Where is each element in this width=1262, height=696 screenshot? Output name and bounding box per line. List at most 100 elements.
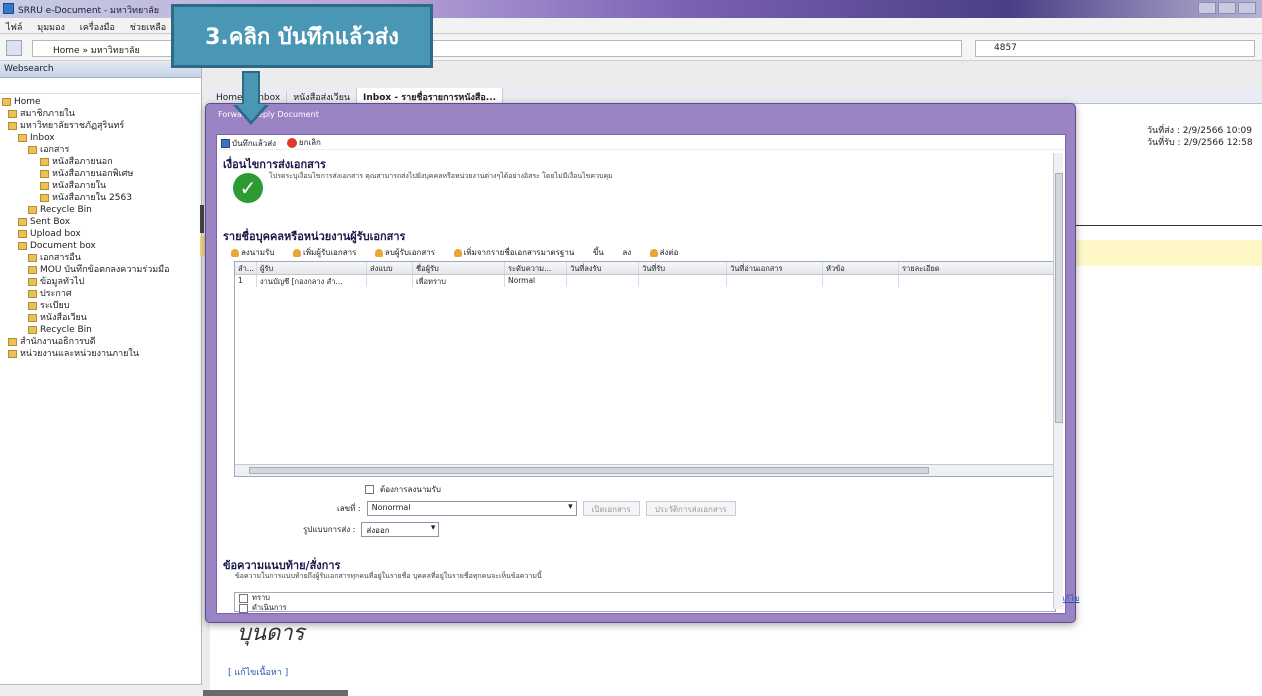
history-button[interactable]: ประวัติการส่งเอกสาร	[645, 501, 736, 516]
sidebar-toolbar	[0, 78, 201, 94]
column-header[interactable]: ส่งแบบ	[367, 262, 413, 274]
table-row[interactable]: 1 งานบัญชี [กองกลาง สำ... เพื่อทราบ Norm…	[235, 275, 1056, 287]
column-header[interactable]: วันที่ลงรับ	[567, 262, 639, 274]
tree-item[interactable]: Upload box	[2, 228, 199, 240]
memo-checkbox[interactable]	[239, 593, 248, 603]
tree-item[interactable]: หนังสือภายนอก	[2, 156, 199, 168]
tree-item[interactable]: หนังสือภายใน 2563	[2, 192, 199, 204]
column-header[interactable]: ชื่อผู้รับ	[413, 262, 505, 274]
move-down-button[interactable]: ลง	[622, 248, 639, 257]
table-cell	[727, 275, 823, 287]
tree-item[interactable]: ระเบียบ	[2, 300, 199, 312]
search-input[interactable]: 4857	[975, 40, 1255, 57]
highlight-bar	[1066, 240, 1262, 266]
instruction-callout: 3.คลิก บันทึกแล้วส่ง	[171, 4, 433, 68]
folder-icon	[18, 133, 27, 142]
folder-icon	[2, 97, 11, 106]
sent-date: วันที่ส่ง : 2/9/2566 10:09	[1147, 126, 1252, 136]
tree-item[interactable]: Inbox	[2, 132, 199, 144]
add-recipient-button[interactable]: เพิ่มผู้รับเอกสาร	[292, 248, 364, 257]
column-header[interactable]: หัวข้อ	[823, 262, 899, 274]
close-button[interactable]	[1238, 2, 1256, 14]
folder-icon	[8, 337, 17, 346]
tab-strip: Home Inbox หนังสือส่งเวียน Inbox - รายชื่อร…	[210, 88, 1262, 106]
sidebar-scrollbar[interactable]	[0, 684, 202, 696]
edit-content-link[interactable]: [ แก้ไขเนื้อหา ]	[228, 665, 288, 679]
scroll-thumb[interactable]	[1055, 173, 1063, 423]
menu-view[interactable]: มุมมอง	[31, 18, 71, 36]
column-header[interactable]: ลำ...	[235, 262, 257, 274]
remove-recipient-button[interactable]: ลบผู้รับเอกสาร	[374, 248, 443, 257]
tree-item[interactable]: หนังสือภายนอกพิเศษ	[2, 168, 199, 180]
tree-item[interactable]: หนังสือภายใน	[2, 180, 199, 192]
forward-button[interactable]: ส่งต่อ	[649, 248, 687, 257]
tree-item[interactable]: สมาชิกภายใน	[2, 108, 199, 120]
move-up-button[interactable]: ขึ้น	[593, 248, 612, 257]
list-icon	[453, 248, 462, 257]
folder-icon	[8, 349, 17, 358]
table-cell: เพื่อทราบ	[413, 275, 505, 287]
tree-item[interactable]: Recycle Bin	[2, 204, 199, 216]
require-signature-checkbox[interactable]	[365, 485, 374, 494]
tree-item[interactable]: มหาวิทยาลัยราชภัฏสุรินทร์	[2, 120, 199, 132]
column-header[interactable]: รายละเอียด	[899, 262, 1056, 274]
tree-item[interactable]: Home	[2, 96, 199, 108]
memo-checkbox[interactable]	[239, 603, 248, 613]
require-signature-label: ต้องการลงนามรับ	[380, 485, 441, 494]
tree-item[interactable]: เอกสารอื่น	[2, 252, 199, 264]
require-signature-row: ต้องการลงนามรับ	[365, 483, 441, 496]
sign-receive-button[interactable]: ลงนามรับ	[231, 248, 282, 257]
table-cell	[567, 275, 639, 287]
folder-icon	[18, 229, 27, 238]
menu-help[interactable]: ช่วยเหลือ	[124, 18, 172, 36]
folder-icon	[28, 277, 37, 286]
recycle-icon	[28, 205, 37, 214]
dialog-toolbar: บันทึกแล้วส่ง ยกเลิก	[217, 135, 1065, 150]
splitter[interactable]	[200, 205, 204, 233]
priority-select[interactable]: Nonormal	[366, 501, 577, 516]
send-type-select[interactable]: ส่งออก	[361, 522, 440, 537]
tree-item[interactable]: Sent Box	[2, 216, 199, 228]
browse-button[interactable]: เปิดเอกสาร	[582, 501, 640, 516]
menu-tools[interactable]: เครื่องมือ	[74, 18, 121, 36]
tree-item[interactable]: ข้อมูลทั่วไป	[2, 276, 199, 288]
tree-item[interactable]: MOU บันทึกข้อตกลงความร่วมมือ	[2, 264, 199, 276]
print-icon[interactable]	[6, 40, 22, 56]
tree-item[interactable]: หนังสือเวียน	[2, 312, 199, 324]
dialog-vertical-scrollbar[interactable]	[1053, 153, 1063, 609]
memo-option[interactable]: ทราบ	[235, 593, 1055, 603]
folder-icon	[40, 193, 49, 202]
send-type-label: รูปแบบการส่ง :	[303, 525, 356, 534]
menu-file[interactable]: ไฟล์	[0, 18, 28, 36]
column-header[interactable]: ระดับความ...	[505, 262, 567, 274]
grid-horizontal-scrollbar[interactable]	[235, 464, 1056, 476]
sign-icon	[231, 248, 239, 257]
cancel-button[interactable]: ยกเลิก	[286, 136, 321, 149]
add-user-icon	[292, 248, 301, 257]
add-from-list-button[interactable]: เพิ่มจากรายชื่อเอกสารมาตรฐาน	[453, 248, 583, 257]
minimize-button[interactable]	[1198, 2, 1216, 14]
arrow-down-icon: ลง	[622, 248, 632, 257]
priority-row: เลขที่ : Nonormal เปิดเอกสาร ประวัติการส…	[337, 501, 736, 516]
check-icon: ✓	[233, 173, 263, 203]
memo-option[interactable]: ดำเนินการ	[235, 603, 1055, 613]
table-cell: 1	[235, 275, 257, 287]
tree-item[interactable]: Recycle Bin	[2, 324, 199, 336]
recipients-title: รายชื่อบุคคลหรือหน่วยงานผู้รับเอกสาร	[223, 230, 406, 243]
status-tab	[203, 690, 348, 696]
column-header[interactable]: วันที่รับ	[639, 262, 727, 274]
column-header[interactable]: วันที่อ่านเอกสาร	[727, 262, 823, 274]
folder-icon	[28, 253, 37, 262]
tree-item[interactable]: ประกาศ	[2, 288, 199, 300]
tree-item[interactable]: เอกสาร	[2, 144, 199, 156]
cancel-icon	[286, 137, 297, 148]
scroll-thumb[interactable]	[249, 467, 929, 474]
maximize-button[interactable]	[1218, 2, 1236, 14]
tree-item[interactable]: Document box	[2, 240, 199, 252]
tree-item[interactable]: หน่วยงานและหน่วยงานภายใน	[2, 348, 199, 360]
column-header[interactable]: ผู้รับ	[257, 262, 367, 274]
document-dates: วันที่ส่ง : 2/9/2566 10:09 วันที่รับ : 2…	[1147, 125, 1257, 149]
save-icon	[221, 138, 230, 148]
save-send-button[interactable]: บันทึกแล้วส่ง	[221, 137, 276, 150]
tree-item[interactable]: สำนักงานอธิการบดี	[2, 336, 199, 348]
